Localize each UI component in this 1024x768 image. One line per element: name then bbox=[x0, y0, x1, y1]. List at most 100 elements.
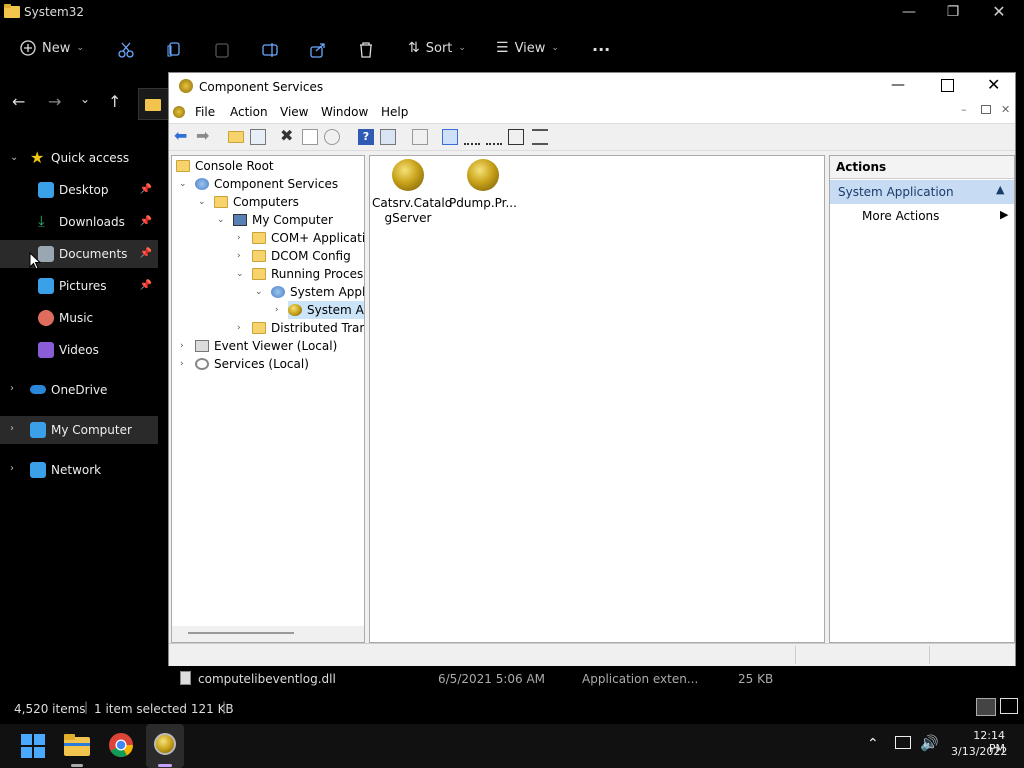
chevron-right-icon[interactable]: › bbox=[10, 463, 14, 474]
scrollbar-thumb[interactable] bbox=[188, 632, 294, 634]
list-item-pdump[interactable]: Pdump.Pr... bbox=[447, 158, 519, 228]
maximize-icon[interactable] bbox=[941, 79, 954, 92]
show-hide-action-pane-icon[interactable] bbox=[380, 129, 396, 145]
export-list-icon[interactable] bbox=[412, 129, 428, 145]
sidebar-item-desktop[interactable]: Desktop 📌 bbox=[0, 176, 158, 204]
clock-date[interactable]: 3/13/2022 bbox=[951, 745, 1007, 758]
more-options-button[interactable]: ··· bbox=[592, 40, 610, 59]
chevron-right-icon[interactable]: › bbox=[10, 383, 14, 394]
sidebar-item-my-computer[interactable]: › My Computer bbox=[0, 416, 158, 444]
tree-node-system-app-process[interactable]: System Ap bbox=[288, 301, 364, 319]
mdi-restore-icon[interactable] bbox=[981, 105, 991, 114]
network-status-icon[interactable] bbox=[895, 736, 911, 749]
menu-action[interactable]: Action bbox=[230, 105, 268, 119]
tree-node-com-applications[interactable]: COM+ Applications bbox=[252, 229, 364, 247]
up-one-level-icon[interactable] bbox=[228, 131, 244, 143]
chevron-right-icon[interactable]: › bbox=[10, 423, 14, 434]
address-bar[interactable] bbox=[138, 88, 171, 120]
new-button[interactable]: New ⌄ bbox=[20, 40, 84, 56]
properties-icon[interactable] bbox=[302, 129, 318, 145]
show-hidden-icons-chevron-icon[interactable]: ⌃ bbox=[867, 736, 879, 752]
sidebar-item-documents[interactable]: Documents 📌 bbox=[0, 240, 158, 268]
menu-view[interactable]: View bbox=[280, 105, 308, 119]
windows-start-icon[interactable] bbox=[21, 734, 45, 758]
tree-node-system-application[interactable]: System Application bbox=[271, 283, 364, 301]
tree-node-computers[interactable]: Computers bbox=[214, 193, 299, 211]
tree-node-distributed-transaction[interactable]: Distributed Transa bbox=[252, 319, 364, 337]
tree-node-component-services[interactable]: Component Services bbox=[195, 175, 338, 193]
menu-help[interactable]: Help bbox=[381, 105, 408, 119]
chevron-right-icon[interactable]: › bbox=[237, 233, 241, 243]
mdi-close-icon[interactable]: ✕ bbox=[1001, 103, 1010, 116]
list-item-catsrv-catalogserver[interactable]: Catsrv.Catalo gServer bbox=[372, 158, 452, 228]
tree-node-running-processes[interactable]: Running Processes bbox=[252, 265, 364, 283]
back-arrow-icon[interactable]: ← bbox=[12, 92, 25, 111]
refresh-icon[interactable] bbox=[324, 129, 340, 145]
chevron-right-icon[interactable]: › bbox=[275, 305, 279, 315]
tree-node-services[interactable]: Services (Local) bbox=[195, 355, 309, 373]
status-view-icon[interactable] bbox=[532, 129, 548, 145]
copy-icon[interactable] bbox=[166, 42, 182, 58]
sidebar-item-network[interactable]: › Network bbox=[0, 456, 158, 484]
close-icon[interactable]: ✕ bbox=[987, 75, 1000, 94]
large-icons-view-icon[interactable] bbox=[1000, 698, 1018, 714]
chevron-down-icon[interactable]: ⌄ bbox=[198, 197, 206, 207]
file-explorer-icon[interactable] bbox=[64, 734, 90, 756]
chevron-down-icon[interactable]: ⌄ bbox=[10, 152, 18, 163]
tree-horizontal-scrollbar[interactable] bbox=[172, 626, 364, 642]
sidebar-item-downloads[interactable]: ⤓ Downloads 📌 bbox=[0, 208, 158, 236]
help-icon[interactable]: ? bbox=[358, 129, 374, 145]
minimize-icon[interactable]: — bbox=[891, 77, 905, 93]
back-arrow-icon[interactable]: ⬅ bbox=[174, 126, 190, 145]
share-icon[interactable] bbox=[310, 42, 326, 58]
tree-node-event-viewer[interactable]: Event Viewer (Local) bbox=[195, 337, 337, 355]
restore-icon[interactable]: ❐ bbox=[938, 4, 968, 20]
system-menu-icon[interactable] bbox=[173, 106, 185, 118]
actions-section-system-application[interactable]: System Application ▲ bbox=[830, 180, 1014, 204]
collapse-triangle-icon[interactable]: ▲ bbox=[996, 183, 1004, 196]
sort-button[interactable]: ⇅ Sort ⌄ bbox=[408, 40, 466, 56]
small-icons-icon[interactable] bbox=[464, 129, 480, 145]
tree-node-my-computer[interactable]: My Computer bbox=[233, 211, 333, 229]
chevron-down-icon[interactable]: ⌄ bbox=[179, 179, 187, 189]
details-view-icon[interactable] bbox=[976, 698, 996, 716]
view-button[interactable]: ☰ View ⌄ bbox=[496, 40, 559, 56]
up-arrow-icon[interactable]: ↑ bbox=[108, 92, 121, 111]
chrome-icon[interactable] bbox=[108, 732, 134, 758]
sidebar-item-videos[interactable]: Videos bbox=[0, 336, 158, 364]
forward-arrow-icon[interactable]: → bbox=[48, 92, 61, 111]
chevron-right-icon[interactable]: › bbox=[237, 323, 241, 333]
menu-file[interactable]: File bbox=[195, 105, 215, 119]
chevron-right-icon[interactable]: › bbox=[180, 341, 184, 351]
chevron-down-icon[interactable]: ⌄ bbox=[236, 269, 244, 279]
mdi-minimize-icon[interactable]: – bbox=[961, 103, 967, 116]
detail-view-icon[interactable] bbox=[508, 129, 524, 145]
forward-arrow-icon[interactable]: ➡ bbox=[196, 126, 212, 145]
sidebar-item-quick-access[interactable]: ⌄ ★ Quick access bbox=[0, 144, 158, 172]
chevron-down-icon[interactable]: ⌄ bbox=[255, 287, 263, 297]
menu-window[interactable]: Window bbox=[321, 105, 368, 119]
large-icons-icon[interactable] bbox=[442, 129, 458, 145]
sidebar-item-music[interactable]: Music bbox=[0, 304, 158, 332]
component-services-taskbar-button[interactable] bbox=[146, 724, 184, 768]
sidebar-item-pictures[interactable]: Pictures 📌 bbox=[0, 272, 158, 300]
chevron-down-icon[interactable]: ⌄ bbox=[217, 215, 225, 225]
minimize-icon[interactable]: — bbox=[894, 4, 924, 20]
rename-icon[interactable] bbox=[262, 42, 278, 58]
cut-icon[interactable] bbox=[118, 42, 134, 58]
sidebar-item-onedrive[interactable]: › OneDrive bbox=[0, 376, 158, 404]
close-icon[interactable]: ✕ bbox=[984, 2, 1014, 21]
chevron-right-icon[interactable]: › bbox=[237, 251, 241, 261]
chevron-right-icon[interactable]: › bbox=[180, 359, 184, 369]
delete-icon[interactable] bbox=[358, 42, 374, 58]
paste-icon[interactable] bbox=[214, 42, 230, 58]
file-list-row[interactable]: computelibeventlog.dll 6/5/2021 5:06 AM … bbox=[170, 666, 1024, 690]
recent-locations-icon[interactable]: ⌄ bbox=[80, 92, 90, 106]
action-more-actions[interactable]: More Actions ▶ bbox=[830, 206, 1014, 226]
tree-node-console-root[interactable]: Console Root bbox=[176, 157, 274, 175]
show-hide-tree-icon[interactable] bbox=[250, 129, 266, 145]
volume-icon[interactable]: 🔊 bbox=[920, 734, 939, 752]
delete-icon[interactable]: ✖ bbox=[280, 126, 296, 145]
list-view-icon[interactable] bbox=[486, 129, 502, 145]
tree-node-dcom-config[interactable]: DCOM Config bbox=[252, 247, 351, 265]
